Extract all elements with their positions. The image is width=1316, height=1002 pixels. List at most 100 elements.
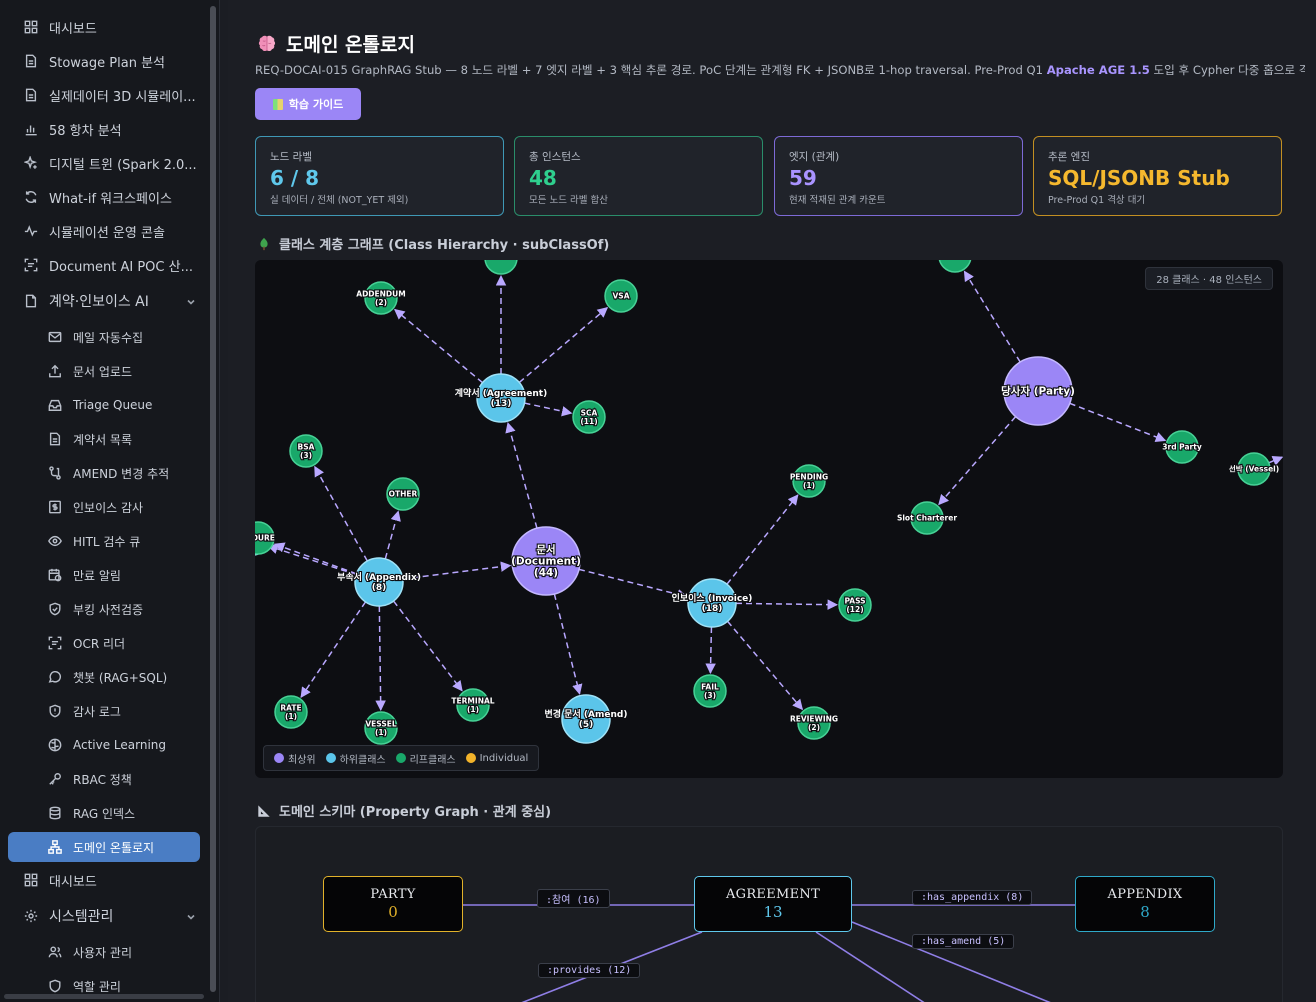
graph-node-amend[interactable]: 변경 문서 (Amend)(5) [543,694,629,744]
sidebar-item-label: AMEND 변경 추적 [73,466,170,481]
sidebar-item-mail-collect[interactable]: 메일 자동수집 [8,322,200,352]
sidebar-item-user-management[interactable]: 사용자 관리 [8,937,200,967]
graph-node-appendix[interactable]: 부속서 (Appendix)(8) [336,557,422,607]
graph-node-label: (1) [375,728,387,737]
graph-node-pass[interactable]: PASS(12) [838,588,872,622]
schema-node-count: 8 [1140,903,1150,921]
sidebar-scrollbar[interactable] [210,6,216,992]
legend-label: Individual [479,752,529,764]
sidebar-group-system-admin[interactable]: 시스템관리 [8,901,200,931]
sidebar-item-upload[interactable]: 문서 업로드 [8,356,200,386]
sidebar-item-rbac-policy[interactable]: RBAC 정책 [8,764,200,794]
sidebar-item-label: 문서 업로드 [73,364,133,379]
sidebar-item-booking-precheck[interactable]: 부킹 사전검증 [8,594,200,624]
graph-node-label: (3) [704,691,716,700]
sidebar-item-chatbot[interactable]: 챗봇 (RAG+SQL) [8,662,200,692]
sidebar-item-label: 디지털 트윈 (Spark 2.0... [49,157,197,173]
sidebar-item-amend-tracking[interactable]: AMEND 변경 추적 [8,458,200,488]
graph-node-terminal[interactable]: TERMINAL(1) [450,688,496,722]
bar-chart-icon [24,122,38,136]
legend-item-leaf: 리프클래스 [395,751,456,766]
schema-node-appendix[interactable]: APPENDIX 8 [1075,876,1215,932]
graph-node-vsa[interactable]: VSA [604,279,638,313]
graph-node-label: (Document) [511,556,581,568]
graph-node-slot[interactable]: Slot Charterer [896,501,958,535]
sidebar-item-invoice-audit[interactable]: 인보이스 감사 [8,492,200,522]
graph-node-partial[interactable] [484,260,518,275]
graph-node-third[interactable]: 3rd Party [1161,430,1203,464]
graph-node-fail[interactable]: FAIL(3) [693,674,727,708]
triangle-ruler-icon [258,804,270,817]
sidebar-item-triage-queue[interactable]: Triage Queue [8,390,200,420]
sidebar-item-domain-ontology[interactable]: 도메인 온톨로지 [8,832,200,862]
activity-icon [24,224,38,238]
sidebar-item-dashboard[interactable]: 대시보드 [8,12,200,42]
legend-dot-individual [465,753,476,763]
sidebar-item-digital-twin[interactable]: 디지털 트윈 (Spark 2.0... [8,148,200,178]
hierarchy-graph-canvas[interactable]: 문서(Document)(44) 당사자 (Party) 계약서 (Agreemen… [255,260,1283,778]
kpi-value: 6 / 8 [270,166,320,190]
graph-node-vessel[interactable]: 선박 (Vessel) [1228,452,1280,486]
kpi-sub: 모든 노드 라벨 합산 [529,195,608,206]
graph-node-addendum[interactable]: ADDENDUM(2) [355,281,407,315]
learning-guide-button[interactable]: 학습 가이드 [255,88,361,120]
graph-node-partial[interactable] [938,260,972,273]
graph-node-label: (2) [375,298,387,307]
graph-node-sca[interactable]: SCA(11) [572,400,606,434]
sidebar-item-sim-console[interactable]: 시뮬레이션 운영 콘솔 [8,216,200,246]
graph-node-procedure[interactable]: CEDURE [255,521,276,555]
sidebar-item-label: What-if 워크스페이스 [49,191,172,207]
edge-agreement-sca [524,402,573,417]
graph-node-label: (44) [534,567,558,579]
sidebar-item-audit-log[interactable]: 감사 로그 [8,696,200,726]
sidebar-group-label: 시스템관리 [49,909,114,925]
graph-node-other[interactable]: OTHER [386,477,420,511]
sidebar-scrollbar-thumb[interactable] [210,6,216,992]
graph-node-bsa[interactable]: BSA(3) [289,434,323,468]
sidebar-item-contract-list[interactable]: 계약서 목록 [8,424,200,454]
sidebar-item-label: 부킹 사전검증 [73,602,144,617]
schema-node-count: 0 [388,903,398,921]
graph-node-label: 선박 (Vessel) [1229,464,1279,474]
graph-node-label: 문서 [536,543,555,556]
edge-invoice-reviewing [726,620,804,711]
graph-node-invoice[interactable]: 인보이스 (Invoice)(18) [670,578,754,628]
sidebar-item-hitl-queue[interactable]: HITL 검수 큐 [8,526,200,556]
schema-edge-label-participates: :참여 (16) [537,889,610,908]
graph-node-rate[interactable]: RATE(1) [274,695,308,729]
sidebar-item-label: Document AI POC 산... [49,259,193,275]
schema-node-party[interactable]: PARTY 0 [323,876,463,932]
sidebar-item-58-voyages[interactable]: 58 항차 분석 [8,114,200,144]
upload-icon [48,364,62,378]
sidebar-item-ocr-reader[interactable]: OCR 리더 [8,628,200,658]
grid-icon [24,20,38,34]
class-hierarchy-title: 클래스 계층 그래프 (Class Hierarchy · subClassOf… [257,234,609,253]
domain-schema-graph[interactable]: PARTY 0 AGREEMENT 13 APPENDIX 8 :참여 (16)… [255,826,1283,1002]
schema-node-agreement[interactable]: AGREEMENT 13 [694,876,852,932]
edge-party-third [1069,402,1167,442]
sidebar-item-rag-index[interactable]: RAG 인덱스 [8,798,200,828]
graph-node-label: 3rd Party [1162,443,1202,452]
schema-edge-label-has-amend: :has_amend (5) [912,934,1015,949]
sidebar-item-label: 시뮬레이션 운영 콘솔 [49,225,165,241]
sidebar-item-what-if[interactable]: What-if 워크스페이스 [8,182,200,212]
graph-node-document[interactable]: 문서(Document)(44) [510,526,582,596]
sidebar-item-dashboard-2[interactable]: 대시보드 [8,865,200,895]
sidebar-item-3d-simulation[interactable]: 실제데이터 3D 시뮬레이... [8,80,200,110]
edge-party-slot [938,416,1017,506]
class-hierarchy-graph[interactable]: 문서 (Document) (44) 당사자 (Party) 계약서 (Agreemen… [255,260,1283,778]
graph-node-reviewing[interactable]: REVIEWING(2) [789,706,839,740]
graph-node-agreement[interactable]: 계약서 (Agreement)(13) [454,373,548,423]
sidebar-horizontal-scrollbar[interactable] [4,994,204,999]
graph-node-party[interactable]: 당사자 (Party) [1000,356,1076,426]
sidebar-item-stowage-plan[interactable]: Stowage Plan 분석 [8,46,200,76]
graph-node-vessel_doc[interactable]: VESSEL(1) [364,711,398,745]
sidebar-item-active-learning[interactable]: Active Learning [8,730,200,760]
sidebar-group-contract-invoice-ai[interactable]: 계약·인보이스 AI [8,286,200,316]
sidebar-item-document-ai-poc[interactable]: Document AI POC 산... [8,250,200,280]
main-content: 도메인 온톨로지 REQ-DOCAI-015 GraphRAG Stub — 8… [228,0,1316,1002]
sidebar-item-expiry-alert[interactable]: 만료 알림 [8,560,200,590]
graph-node-pending[interactable]: PENDING(1) [789,464,829,498]
graph-node-label: 변경 문서 (Amend) [545,708,628,720]
sidebar-item-label: OCR 리더 [73,636,126,651]
